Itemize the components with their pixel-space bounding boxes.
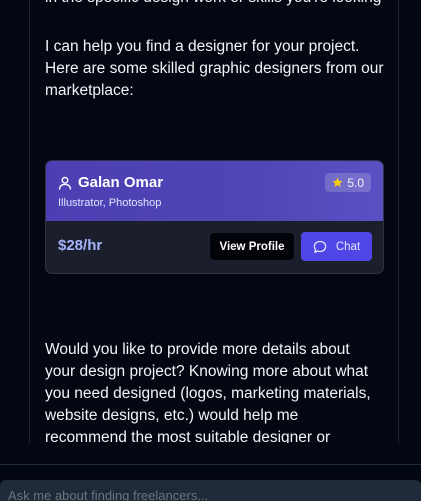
chat-scroll-content: in the specific design work or skills yo… bbox=[30, 0, 398, 102]
composer-bar bbox=[0, 464, 421, 501]
designer-card: Galan Omar Illustrator, Photoshop 5.0 $2… bbox=[45, 160, 384, 274]
rating-value: 5.0 bbox=[347, 175, 364, 190]
chat-button-label: Chat bbox=[335, 240, 361, 253]
message-bubble-icon bbox=[313, 240, 327, 253]
view-profile-button[interactable]: View Profile bbox=[210, 233, 294, 260]
designer-card-footer: $28/hr View Profile Chat bbox=[46, 221, 383, 273]
star-icon bbox=[332, 177, 343, 187]
hourly-rate: $28/hr bbox=[58, 237, 103, 254]
designer-name-row: Galan Omar bbox=[58, 174, 163, 191]
chat-button[interactable]: Chat bbox=[301, 232, 372, 261]
designer-card-header: Galan Omar Illustrator, Photoshop 5.0 bbox=[46, 161, 383, 221]
rating-badge: 5.0 bbox=[325, 173, 371, 192]
followup-message-wrapper: Would you like to provide more details a… bbox=[30, 339, 398, 443]
chat-message-column[interactable]: in the specific design work or skills yo… bbox=[29, 0, 399, 443]
assistant-followup-message: Would you like to provide more details a… bbox=[45, 341, 371, 443]
assistant-intro-message: I can help you find a designer for your … bbox=[45, 38, 384, 99]
chat-page: in the specific design work or skills yo… bbox=[0, 0, 421, 501]
designer-name: Galan Omar bbox=[78, 174, 164, 191]
previous-message-tail: in the specific design work or skills yo… bbox=[30, 0, 398, 9]
chat-input[interactable] bbox=[0, 480, 421, 501]
designer-skills: Illustrator, Photoshop bbox=[58, 197, 162, 209]
user-icon bbox=[58, 176, 72, 190]
